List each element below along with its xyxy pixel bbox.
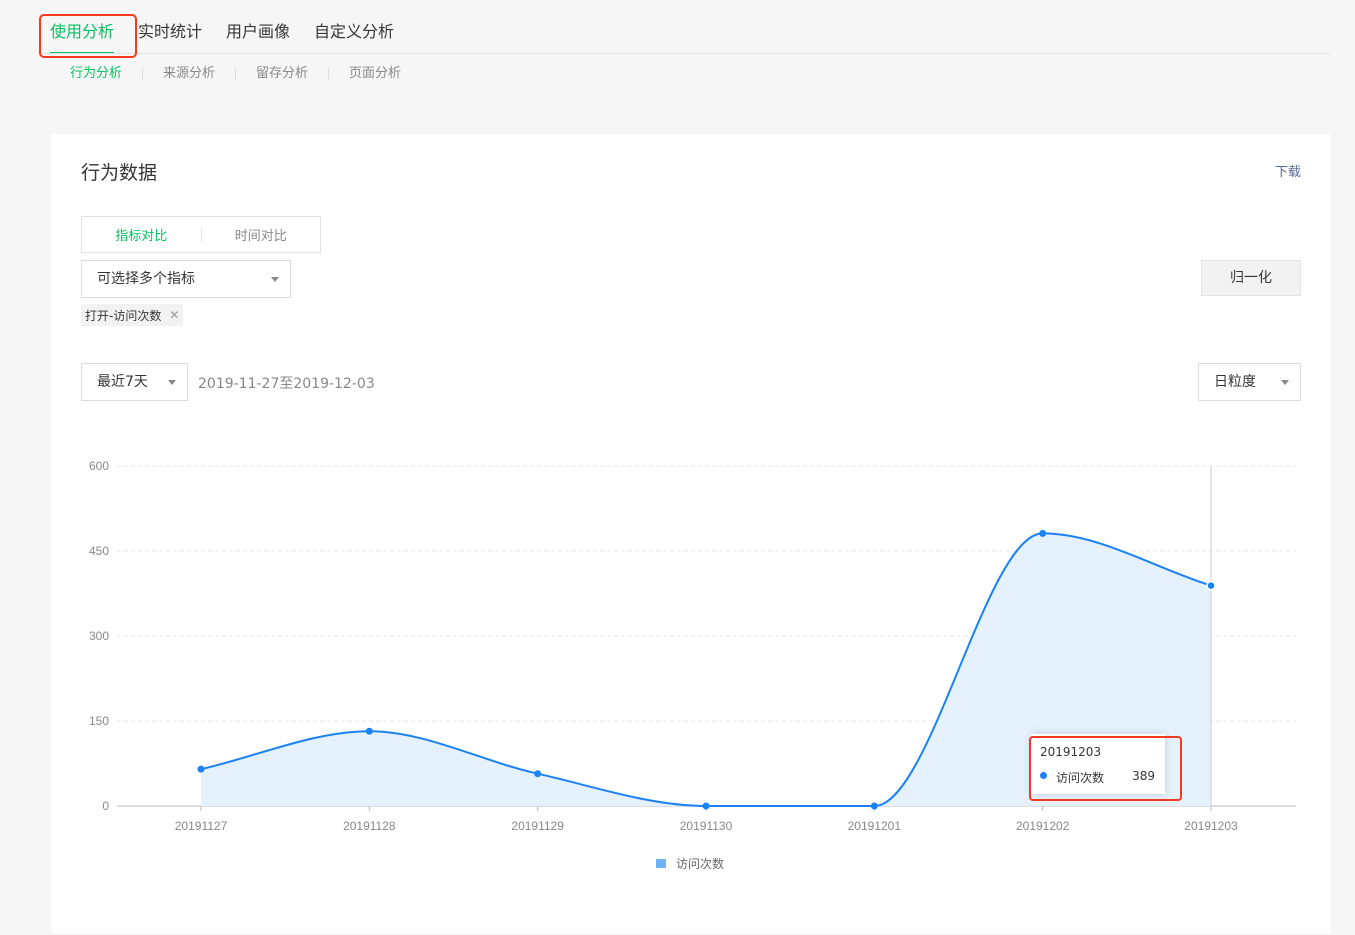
x-tick-label: 20191202 xyxy=(1016,819,1070,833)
series-point xyxy=(365,727,373,735)
x-tick-label: 20191201 xyxy=(848,819,902,833)
highlight-box-tooltip xyxy=(1029,736,1182,801)
subtab-source-analysis[interactable]: 来源分析 xyxy=(143,64,235,84)
series-point xyxy=(702,802,710,810)
series-point xyxy=(1039,529,1047,537)
top-tabs-divider xyxy=(40,53,1330,54)
tab-custom-analysis[interactable]: 自定义分析 xyxy=(314,20,394,52)
y-tick-label: 600 xyxy=(89,459,109,473)
y-tick-label: 450 xyxy=(89,544,109,558)
series-point xyxy=(1206,580,1216,591)
y-tick-label: 150 xyxy=(89,714,109,728)
chart-legend[interactable]: 访问次数 xyxy=(656,855,724,872)
x-tick-label: 20191128 xyxy=(343,819,396,833)
highlight-box-tab xyxy=(39,14,137,58)
y-tick-label: 0 xyxy=(102,799,109,813)
series-point xyxy=(534,770,542,778)
x-tick-label: 20191203 xyxy=(1184,819,1238,833)
subtab-retention-analysis[interactable]: 留存分析 xyxy=(236,64,328,84)
x-tick-label: 20191127 xyxy=(175,819,228,833)
sub-tabs: 行为分析 来源分析 留存分析 页面分析 xyxy=(70,64,421,84)
tab-realtime-stats[interactable]: 实时统计 xyxy=(138,20,202,52)
legend-label: 访问次数 xyxy=(676,857,725,871)
subtab-page-analysis[interactable]: 页面分析 xyxy=(329,64,421,84)
x-axis: 20191127 20191128 20191129 20191130 20191201… xyxy=(117,805,1296,833)
series-point xyxy=(197,765,205,773)
x-tick-label: 20191130 xyxy=(680,819,733,833)
legend-swatch xyxy=(656,859,666,868)
x-tick-label: 20191129 xyxy=(511,819,564,833)
subtab-behavior-analysis[interactable]: 行为分析 xyxy=(70,64,142,84)
series-point xyxy=(870,802,878,810)
y-axis: 0 150 300 450 600 xyxy=(89,459,109,813)
behavior-area-chart: 0150300450600 20191127 20191128 20191129 20… xyxy=(89,459,1296,833)
behavior-data-card: 行为数据 下载 指标对比 时间对比 可选择多个指标 打开-访问次数 ✕ 归一化 … xyxy=(51,134,1331,934)
tab-user-profile[interactable]: 用户画像 xyxy=(226,20,290,52)
y-tick-label: 300 xyxy=(89,629,109,643)
